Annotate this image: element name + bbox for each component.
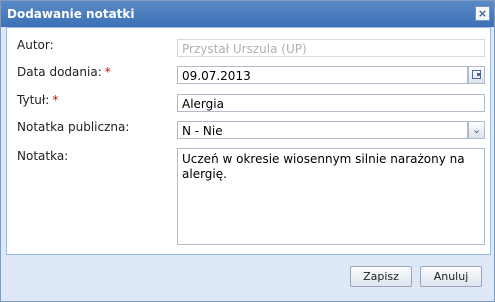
note-label: Notatka: [17,149,69,163]
cancel-button[interactable]: Anuluj [420,266,482,287]
chevron-down-icon: ⌄ [472,123,482,136]
required-marker: * [104,65,111,79]
calendar-icon [472,70,481,79]
title-field[interactable]: Alergia [177,94,485,112]
dialog-footer: Zapisz Anuluj [1,255,494,301]
date-added-field[interactable]: 09.07.2013 [177,66,468,84]
add-note-dialog: Dodawanie notatki × Autor: Przystał Ursz… [0,0,495,302]
author-label: Autor: [17,38,54,52]
dialog-title: Dodawanie notatki [7,7,135,21]
public-note-select[interactable]: N - Nie [177,121,468,139]
author-field: Przystał Urszula (UP) [177,39,485,57]
date-picker-button[interactable] [468,66,485,84]
close-icon[interactable]: × [475,6,490,21]
title-label: Tytuł: * [17,93,58,107]
form-panel: Autor: Przystał Urszula (UP) Data dodani… [6,27,491,255]
public-note-dropdown-button[interactable]: ⌄ [468,121,485,139]
dialog-titlebar[interactable]: Dodawanie notatki × [1,1,494,27]
save-button[interactable]: Zapisz [350,266,412,287]
title-label-text: Tytuł: [17,93,50,107]
date-added-label: Data dodania: * [17,65,111,79]
note-textarea[interactable]: Uczeń w okresie wiosennym silnie narażon… [177,148,485,245]
date-added-label-text: Data dodania: [17,65,102,79]
public-note-label: Notatka publiczna: [17,120,130,134]
required-marker: * [52,93,59,107]
